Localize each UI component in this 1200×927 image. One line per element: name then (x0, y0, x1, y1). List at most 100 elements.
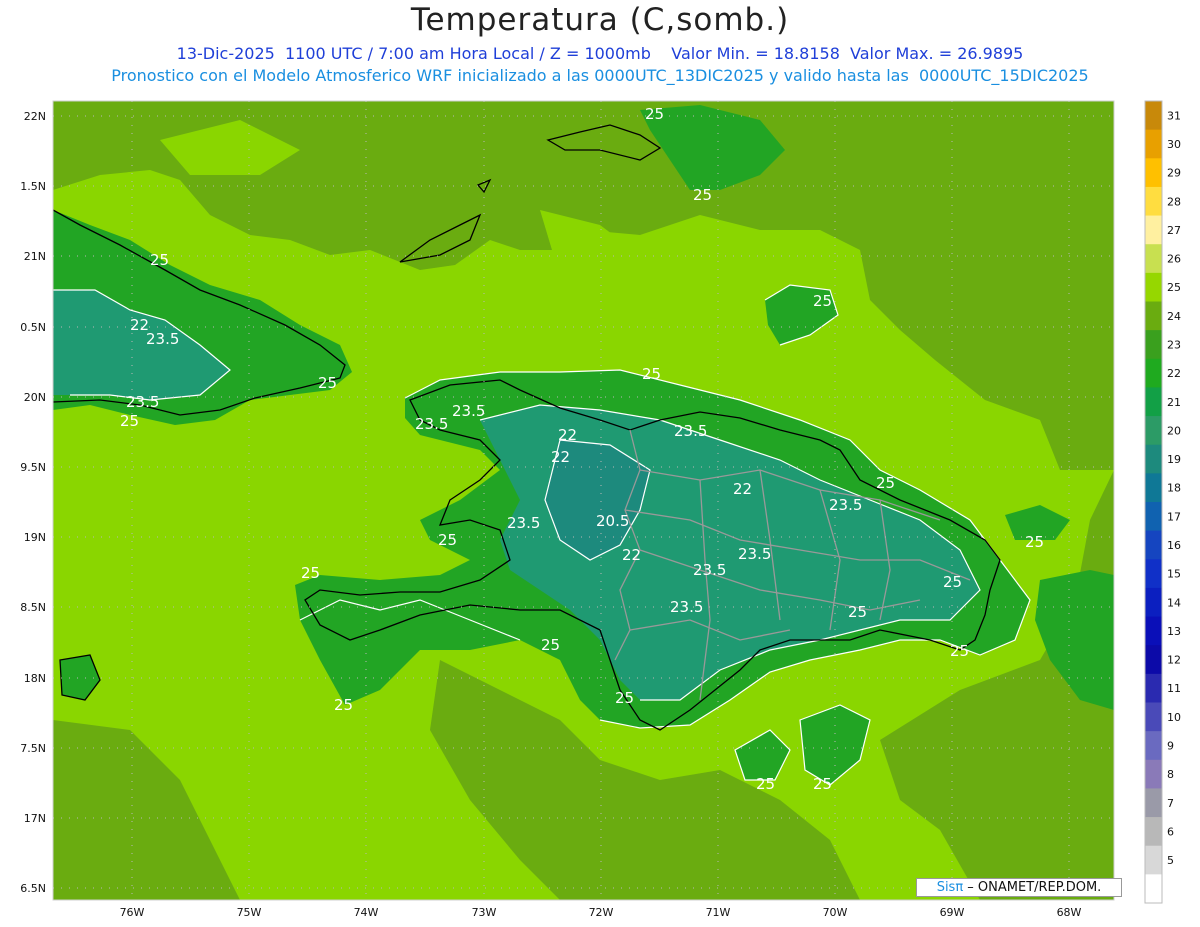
map-plot-area: 25 25 25 22 23.5 25 23.5 25 25 25 23.5 2… (53, 101, 1114, 900)
contour-label: 25 (645, 105, 664, 123)
colorbar-swatch (1145, 645, 1162, 675)
contour-label: 25 (848, 603, 867, 621)
colorbar-swatch (1145, 817, 1162, 847)
colorbar-tick-label: 9 (1167, 739, 1174, 752)
contour-label: 25 (318, 374, 337, 392)
footer-credit: Sisπ – ONAMET/REP.DOM. (916, 878, 1122, 897)
colorbar-tick-label: 16 (1167, 539, 1181, 552)
colorbar-swatch (1145, 673, 1162, 703)
lon-label: 76W (120, 906, 145, 919)
lat-label: 9.5N (20, 461, 46, 474)
contour-label: 25 (615, 689, 634, 707)
contour-label: 25 (334, 696, 353, 714)
colorbar-tick-label: 22 (1167, 367, 1181, 380)
lat-label: 8.5N (20, 601, 46, 614)
colorbar-swatch (1145, 244, 1162, 274)
contour-label: 23.5 (415, 415, 448, 433)
temperature-map: 25 25 25 22 23.5 25 23.5 25 25 25 23.5 2… (20, 100, 1181, 919)
colorbar-tick-label: 24 (1167, 310, 1181, 323)
colorbar-tick-label: 5 (1167, 854, 1174, 867)
colorbar-swatch (1145, 874, 1162, 904)
colorbar-tick-label: 8 (1167, 768, 1174, 781)
colorbar-tick-label: 14 (1167, 596, 1181, 609)
colorbar-tick-label: 31 (1167, 109, 1181, 122)
colorbar-swatch (1145, 186, 1162, 217)
colorbar-tick-label: 7 (1167, 797, 1174, 810)
lon-label: 74W (354, 906, 379, 919)
colorbar-tick-label: 15 (1167, 568, 1181, 581)
colorbar-tick-label: 20 (1167, 424, 1181, 437)
contour-label: 23.5 (670, 598, 703, 616)
sispi-logo: Sisπ (936, 880, 964, 895)
lat-label: 7.5N (20, 742, 46, 755)
colorbar-swatch (1145, 416, 1162, 446)
lon-label: 68W (1057, 906, 1082, 919)
contour-label: 25 (120, 412, 139, 430)
contour-label: 22 (622, 546, 641, 564)
colorbar-tick-label: 21 (1167, 396, 1181, 409)
lon-label: 69W (940, 906, 965, 919)
colorbar-swatch (1145, 530, 1162, 560)
lat-label: 0.5N (20, 321, 46, 334)
lat-label: 6.5N (20, 882, 46, 895)
colorbar-swatch (1145, 788, 1162, 818)
lon-label: 72W (589, 906, 614, 919)
contour-label: 20.5 (596, 512, 629, 530)
colorbar-tick-label: 11 (1167, 682, 1181, 695)
contour-label: 25 (950, 642, 969, 660)
colorbar-swatch (1145, 301, 1162, 331)
contour-label: 25 (301, 564, 320, 582)
contour-label: 23.5 (507, 514, 540, 532)
colorbar-swatch (1145, 759, 1162, 789)
colorbar-swatch (1145, 358, 1162, 388)
colorbar-tick-label: 26 (1167, 253, 1181, 266)
colorbar-swatch (1145, 616, 1162, 646)
colorbar-tick-label: 28 (1167, 195, 1181, 208)
lat-label: 17N (24, 812, 46, 825)
colorbar-tick-label: 17 (1167, 510, 1181, 523)
contour-label: 22 (733, 480, 752, 498)
contour-label: 25 (813, 775, 832, 793)
colorbar-swatch (1145, 731, 1162, 761)
contour-label: 23.5 (674, 422, 707, 440)
colorbar-tick-label: 6 (1167, 825, 1174, 838)
colorbar-swatch (1145, 101, 1162, 131)
colorbar-tick-label: 13 (1167, 625, 1181, 638)
contour-label: 23.5 (126, 393, 159, 411)
lon-label: 71W (706, 906, 731, 919)
colorbar-swatch (1145, 158, 1162, 188)
contour-label: 23.5 (829, 496, 862, 514)
lon-label: 73W (472, 906, 497, 919)
colorbar-tick-label: 12 (1167, 654, 1181, 667)
contour-label: 25 (693, 186, 712, 204)
contour-label: 25 (876, 474, 895, 492)
lat-label: 18N (24, 672, 46, 685)
colorbar-tick-label: 27 (1167, 224, 1181, 237)
contour-label: 22 (558, 426, 577, 444)
colorbar-tick-label: 18 (1167, 482, 1181, 495)
contour-label: 23.5 (693, 561, 726, 579)
contour-label: 25 (943, 573, 962, 591)
lon-label: 70W (823, 906, 848, 919)
colorbar-tick-label: 10 (1167, 711, 1181, 724)
contour-label: 25 (813, 292, 832, 310)
contour-label: 23.5 (452, 402, 485, 420)
longitude-axis: 76W 75W 74W 73W 72W 71W 70W 69W 68W (120, 906, 1082, 919)
temperature-colorbar: 31 30 29 28 27 26 25 24 23 22 21 20 19 18 17 16 15 14 13 12… (1144, 100, 1181, 904)
contour-label: 25 (150, 251, 169, 269)
lat-label: 19N (24, 531, 46, 544)
contour-label: 25 (756, 775, 775, 793)
colorbar-swatch (1145, 129, 1162, 159)
colorbar-swatch (1145, 330, 1162, 360)
contour-label: 25 (541, 636, 560, 654)
colorbar-swatch (1145, 845, 1162, 875)
colorbar-swatch (1145, 215, 1162, 245)
colorbar-tick-label: 23 (1167, 338, 1181, 351)
lat-label: 20N (24, 391, 46, 404)
colorbar-tick-label: 30 (1167, 138, 1181, 151)
lon-label: 75W (237, 906, 262, 919)
contour-label: 25 (642, 365, 661, 383)
lat-label: 1.5N (20, 180, 46, 193)
footer-credit-text: – ONAMET/REP.DOM. (963, 880, 1102, 895)
colorbar-swatch (1145, 272, 1162, 302)
